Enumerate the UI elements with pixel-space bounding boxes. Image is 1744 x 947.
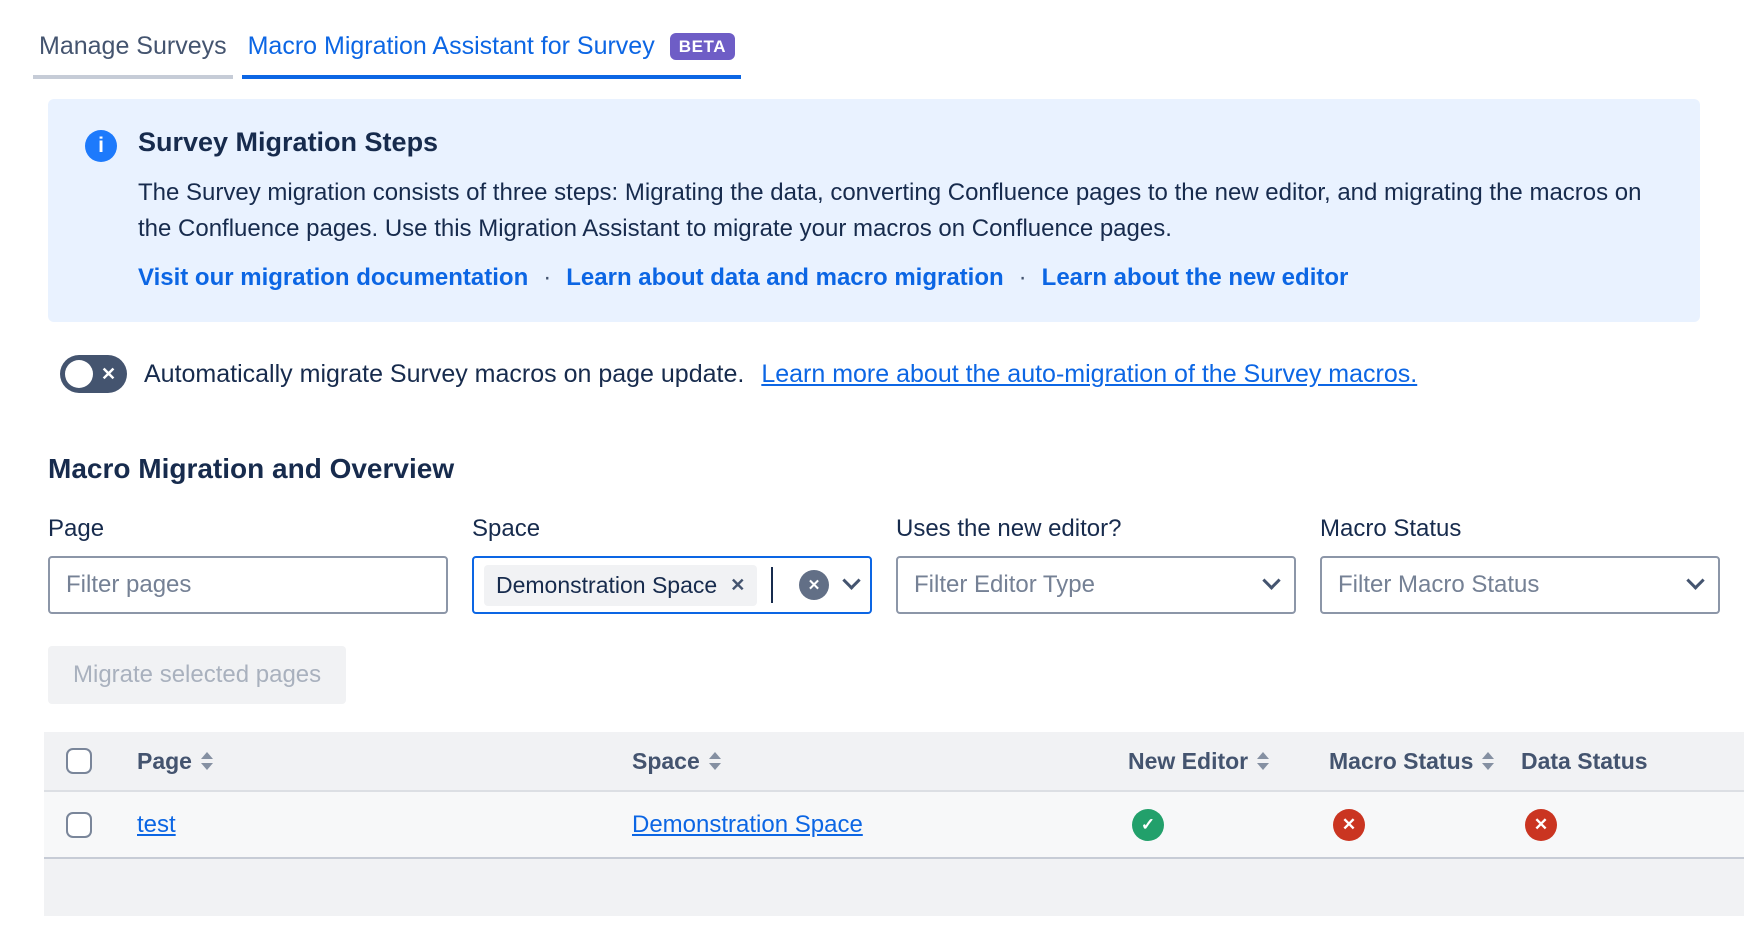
- filter-page-label: Page: [48, 515, 105, 542]
- table-row: test Demonstration Space ✓ ✕ ✕: [44, 790, 1744, 859]
- auto-migration-row: ✕ Automatically migrate Survey macros on…: [60, 355, 1744, 393]
- banner-links: Visit our migration documentation · Lear…: [138, 264, 1658, 292]
- header-page: Page: [137, 748, 632, 775]
- link-data-macro-migration[interactable]: Learn about data and macro migration: [566, 264, 1003, 292]
- info-banner: i Survey Migration Steps The Survey migr…: [48, 99, 1700, 322]
- auto-migrate-toggle[interactable]: ✕: [60, 355, 127, 393]
- cross-circle-icon: ✕: [1525, 808, 1557, 841]
- migration-table: Page Space New Editor Macro Status Data …: [44, 732, 1744, 916]
- row-space-cell: Demonstration Space: [632, 811, 1128, 839]
- auto-migration-text: Automatically migrate Survey macros on p…: [144, 359, 745, 388]
- row-new-editor-cell: ✓: [1128, 808, 1329, 841]
- filter-space-label: Space: [472, 515, 541, 542]
- text-cursor: [771, 567, 774, 603]
- column-label: Macro Status: [1329, 747, 1474, 774]
- cross-icon: ✕: [101, 364, 117, 384]
- filter-bar: Page Space Demonstration Space ✕ ✕ Uses …: [48, 515, 1744, 614]
- link-separator: ·: [1018, 264, 1027, 291]
- link-new-editor[interactable]: Learn about the new editor: [1042, 264, 1349, 292]
- filter-page: Page: [48, 515, 448, 614]
- header-new-editor: New Editor: [1128, 748, 1329, 775]
- info-icon: i: [85, 130, 117, 162]
- select-all-checkbox[interactable]: [66, 748, 92, 774]
- tab-bar: Manage Surveys Macro Migration Assistant…: [33, 26, 1744, 79]
- sort-icon[interactable]: [1257, 752, 1270, 770]
- tab-label: Macro Migration Assistant for Survey: [247, 32, 655, 60]
- beta-badge: BETA: [669, 33, 736, 60]
- chip-remove-icon[interactable]: ✕: [730, 576, 745, 594]
- banner-title: Survey Migration Steps: [138, 127, 439, 157]
- editor-type-select[interactable]: Filter Editor Type: [896, 556, 1296, 614]
- filter-space: Space Demonstration Space ✕ ✕: [472, 515, 872, 614]
- chevron-down-icon[interactable]: [842, 570, 861, 590]
- clear-icon[interactable]: ✕: [799, 570, 829, 600]
- header-data-status: Data Status: [1521, 748, 1744, 775]
- page-filter-input[interactable]: [48, 556, 448, 614]
- macro-status-select[interactable]: Filter Macro Status: [1320, 556, 1720, 614]
- link-migration-documentation[interactable]: Visit our migration documentation: [138, 264, 528, 292]
- section-title: Macro Migration and Overview: [48, 453, 455, 484]
- row-macro-status-cell: ✕: [1329, 808, 1521, 841]
- tab-macro-migration-assistant[interactable]: Macro Migration Assistant for Survey BET…: [241, 26, 742, 79]
- page-link[interactable]: test: [137, 811, 176, 838]
- info-banner-content: Survey Migration Steps The Survey migrat…: [138, 127, 1658, 292]
- sort-icon[interactable]: [200, 752, 213, 770]
- auto-migration-link[interactable]: Learn more about the auto-migration of t…: [761, 360, 1417, 389]
- chevron-down-icon: [1686, 570, 1705, 590]
- table-footer-strip: [44, 859, 1744, 916]
- row-checkbox[interactable]: [66, 811, 92, 838]
- column-label: New Editor: [1128, 747, 1249, 774]
- row-data-status-cell: ✕: [1521, 808, 1744, 841]
- filter-editor-label: Uses the new editor?: [896, 515, 1122, 542]
- filter-macro-status-label: Macro Status: [1320, 515, 1462, 542]
- macro-status-placeholder: Filter Macro Status: [1338, 571, 1540, 598]
- space-filter-multiselect[interactable]: Demonstration Space ✕ ✕: [472, 556, 872, 614]
- chevron-down-icon: [1262, 570, 1281, 590]
- row-checkbox-cell: [44, 811, 137, 838]
- banner-body: The Survey migration consists of three s…: [138, 179, 1642, 242]
- tab-label: Manage Surveys: [39, 32, 227, 60]
- space-link[interactable]: Demonstration Space: [632, 811, 863, 838]
- column-label: Space: [632, 747, 700, 774]
- editor-type-placeholder: Filter Editor Type: [914, 571, 1095, 598]
- filter-macro-status: Macro Status Filter Macro Status: [1320, 515, 1720, 614]
- column-label: Data Status: [1521, 747, 1648, 774]
- header-macro-status: Macro Status: [1329, 748, 1521, 775]
- toggle-knob: [65, 360, 93, 388]
- link-separator: ·: [543, 264, 552, 291]
- migrate-selected-pages-button[interactable]: Migrate selected pages: [48, 646, 347, 704]
- cross-circle-icon: ✕: [1333, 808, 1365, 841]
- space-chip-label: Demonstration Space: [496, 571, 718, 598]
- filter-editor: Uses the new editor? Filter Editor Type: [896, 515, 1296, 614]
- row-page-cell: test: [137, 811, 632, 839]
- table-header-row: Page Space New Editor Macro Status Data …: [44, 732, 1744, 790]
- header-checkbox-cell: [44, 748, 137, 774]
- check-circle-icon: ✓: [1132, 808, 1164, 841]
- tab-manage-surveys[interactable]: Manage Surveys: [33, 26, 233, 79]
- column-label: Page: [137, 747, 192, 774]
- space-chip: Demonstration Space ✕: [484, 564, 758, 606]
- header-space: Space: [632, 748, 1128, 775]
- sort-icon[interactable]: [708, 752, 721, 770]
- sort-icon[interactable]: [1482, 752, 1495, 770]
